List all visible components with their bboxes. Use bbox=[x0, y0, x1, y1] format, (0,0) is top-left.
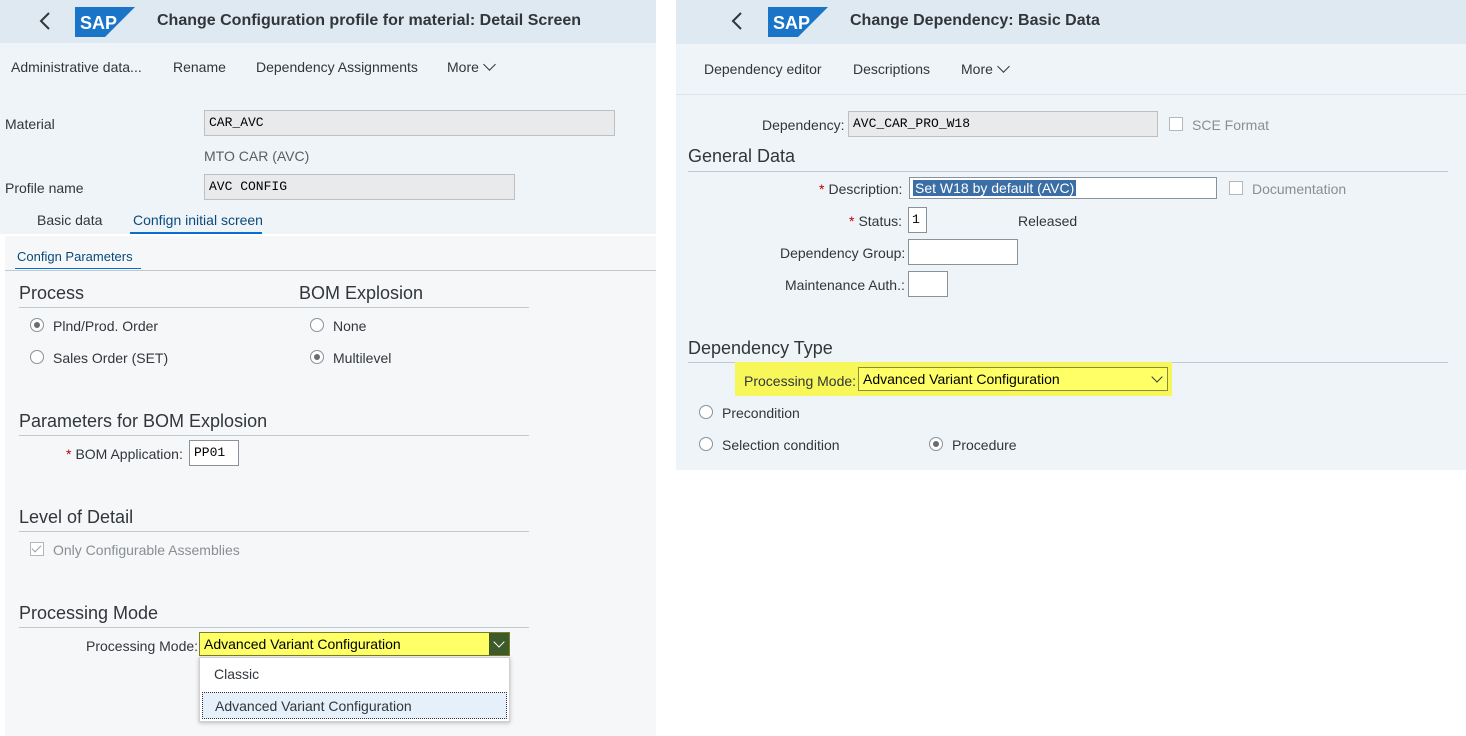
bom-explosion-title: BOM Explosion bbox=[299, 283, 424, 303]
radio-label: None bbox=[333, 318, 367, 334]
radio-procedure[interactable] bbox=[929, 437, 943, 451]
back-icon[interactable] bbox=[32, 8, 60, 34]
only-configurable-checkbox[interactable] bbox=[30, 542, 44, 556]
chevron-down-icon[interactable] bbox=[1147, 368, 1167, 390]
processing-mode-label: Processing Mode: bbox=[744, 373, 857, 389]
material-description: MTO CAR (AVC) bbox=[204, 148, 310, 164]
sap-logo: SAP bbox=[75, 7, 135, 37]
administrative-data-button[interactable]: Administrative data... bbox=[11, 59, 142, 75]
sap-logo: SAP bbox=[768, 7, 828, 37]
more-button[interactable]: More bbox=[447, 58, 496, 75]
svg-text:SAP: SAP bbox=[773, 13, 810, 33]
divider bbox=[5, 270, 656, 271]
radio-label: Plnd/Prod. Order bbox=[53, 318, 159, 334]
chevron-down-icon[interactable] bbox=[489, 633, 509, 655]
page-title: Change Dependency: Basic Data bbox=[850, 12, 1100, 29]
option-advanced-variant-configuration[interactable]: Advanced Variant Configuration bbox=[202, 692, 507, 719]
back-icon[interactable] bbox=[724, 8, 752, 34]
radio-sales-order[interactable] bbox=[30, 350, 44, 364]
dependency-editor-button[interactable]: Dependency editor bbox=[704, 61, 822, 77]
left-window: SAP Change Configuration profile for mat… bbox=[0, 0, 656, 736]
radio-label: Procedure bbox=[952, 437, 1017, 453]
params-bom-title: Parameters for BOM Explosion bbox=[19, 411, 268, 431]
svg-text:SAP: SAP bbox=[80, 13, 117, 33]
profile-name-field[interactable]: AVC CONFIG bbox=[204, 174, 515, 200]
descriptions-button[interactable]: Descriptions bbox=[853, 61, 930, 77]
tab-confign-initial-screen[interactable]: Confign initial screen bbox=[133, 212, 263, 228]
description-label-text: Description: bbox=[828, 181, 903, 197]
processing-mode-label: Processing Mode: bbox=[86, 638, 199, 654]
option-classic[interactable]: Classic bbox=[202, 661, 507, 688]
rename-button[interactable]: Rename bbox=[173, 59, 226, 75]
chevron-down-icon bbox=[997, 60, 1010, 73]
material-label: Material bbox=[5, 116, 55, 132]
chevron-down-icon bbox=[483, 58, 496, 71]
status-label-text: Status: bbox=[858, 213, 903, 229]
status-label: * Status: bbox=[849, 213, 903, 229]
right-window: SAP Change Dependency: Basic Data Depend… bbox=[676, 0, 1466, 470]
maintenance-auth-label: Maintenance Auth.: bbox=[785, 277, 905, 293]
dependency-type-title: Dependency Type bbox=[688, 338, 833, 358]
dependency-group-field[interactable] bbox=[908, 239, 1018, 265]
tab-confign-parameters[interactable]: Confign Parameters bbox=[17, 249, 133, 264]
profile-name-label: Profile name bbox=[5, 180, 84, 196]
bom-application-field[interactable]: PP01 bbox=[189, 440, 239, 466]
radio-selection-condition[interactable] bbox=[699, 437, 713, 451]
divider bbox=[19, 435, 529, 436]
divider bbox=[688, 171, 1448, 172]
subtab-indicator bbox=[15, 268, 141, 269]
bom-application-label-text: BOM Application: bbox=[75, 446, 183, 462]
bom-application-label: * BOM Application: bbox=[66, 446, 183, 462]
status-text: Released bbox=[1018, 213, 1078, 229]
radio-label: Multilevel bbox=[333, 350, 392, 366]
toolbar: Administrative data... Rename Dependency… bbox=[0, 43, 656, 91]
documentation-checkbox[interactable] bbox=[1229, 181, 1243, 195]
material-field[interactable]: CAR_AVC bbox=[204, 110, 615, 136]
processing-mode-value: Advanced Variant Configuration bbox=[863, 371, 1060, 387]
radio-label: Selection condition bbox=[722, 437, 840, 453]
sce-format-checkbox[interactable] bbox=[1169, 117, 1183, 131]
description-value: Set W18 by default (AVC) bbox=[913, 180, 1077, 196]
divider bbox=[19, 531, 529, 532]
dependency-label: Dependency: bbox=[762, 117, 845, 133]
toolbar: Dependency editor Descriptions More bbox=[676, 44, 1466, 94]
divider bbox=[676, 94, 1466, 95]
divider bbox=[19, 627, 529, 628]
page-title: Change Configuration profile for materia… bbox=[157, 12, 582, 29]
processing-mode-dropdown[interactable]: Advanced Variant Configuration bbox=[199, 632, 510, 656]
description-field[interactable]: Set W18 by default (AVC) bbox=[909, 177, 1217, 199]
tab-basic-data[interactable]: Basic data bbox=[37, 212, 102, 228]
dependency-group-label: Dependency Group: bbox=[780, 245, 906, 261]
dependency-field[interactable]: AVC_CAR_PRO_W18 bbox=[848, 111, 1158, 137]
shell-bar: SAP Change Configuration profile for mat… bbox=[0, 0, 656, 43]
more-label: More bbox=[961, 61, 993, 77]
processing-mode-popup: Classic Advanced Variant Configuration bbox=[199, 657, 510, 722]
processing-mode-dropdown[interactable]: Advanced Variant Configuration bbox=[858, 367, 1168, 391]
maintenance-auth-field[interactable] bbox=[908, 271, 948, 297]
tab-selected-indicator bbox=[130, 232, 262, 234]
processing-mode-value: Advanced Variant Configuration bbox=[204, 636, 401, 652]
status-field[interactable]: 1 bbox=[908, 207, 927, 233]
more-label: More bbox=[447, 59, 479, 75]
dependency-assignments-button[interactable]: Dependency Assignments bbox=[256, 59, 418, 75]
radio-multilevel[interactable] bbox=[310, 350, 324, 364]
processing-mode-title: Processing Mode bbox=[19, 603, 159, 623]
general-data-title: General Data bbox=[688, 146, 796, 166]
radio-plnd-prod-order[interactable] bbox=[30, 318, 44, 332]
radio-precondition[interactable] bbox=[699, 405, 713, 419]
documentation-label: Documentation bbox=[1252, 181, 1347, 197]
radio-label: Sales Order (SET) bbox=[53, 350, 169, 366]
only-configurable-label: Only Configurable Assemblies bbox=[53, 542, 240, 558]
divider bbox=[19, 307, 529, 308]
radio-label: Precondition bbox=[722, 405, 800, 421]
radio-none[interactable] bbox=[310, 318, 324, 332]
sce-format-label: SCE Format bbox=[1192, 117, 1270, 133]
level-of-detail-title: Level of Detail bbox=[19, 507, 134, 527]
shell-bar: SAP Change Dependency: Basic Data bbox=[676, 0, 1466, 44]
process-title: Process bbox=[19, 283, 85, 303]
description-label: * Description: bbox=[819, 181, 903, 197]
more-button[interactable]: More bbox=[961, 60, 1010, 77]
